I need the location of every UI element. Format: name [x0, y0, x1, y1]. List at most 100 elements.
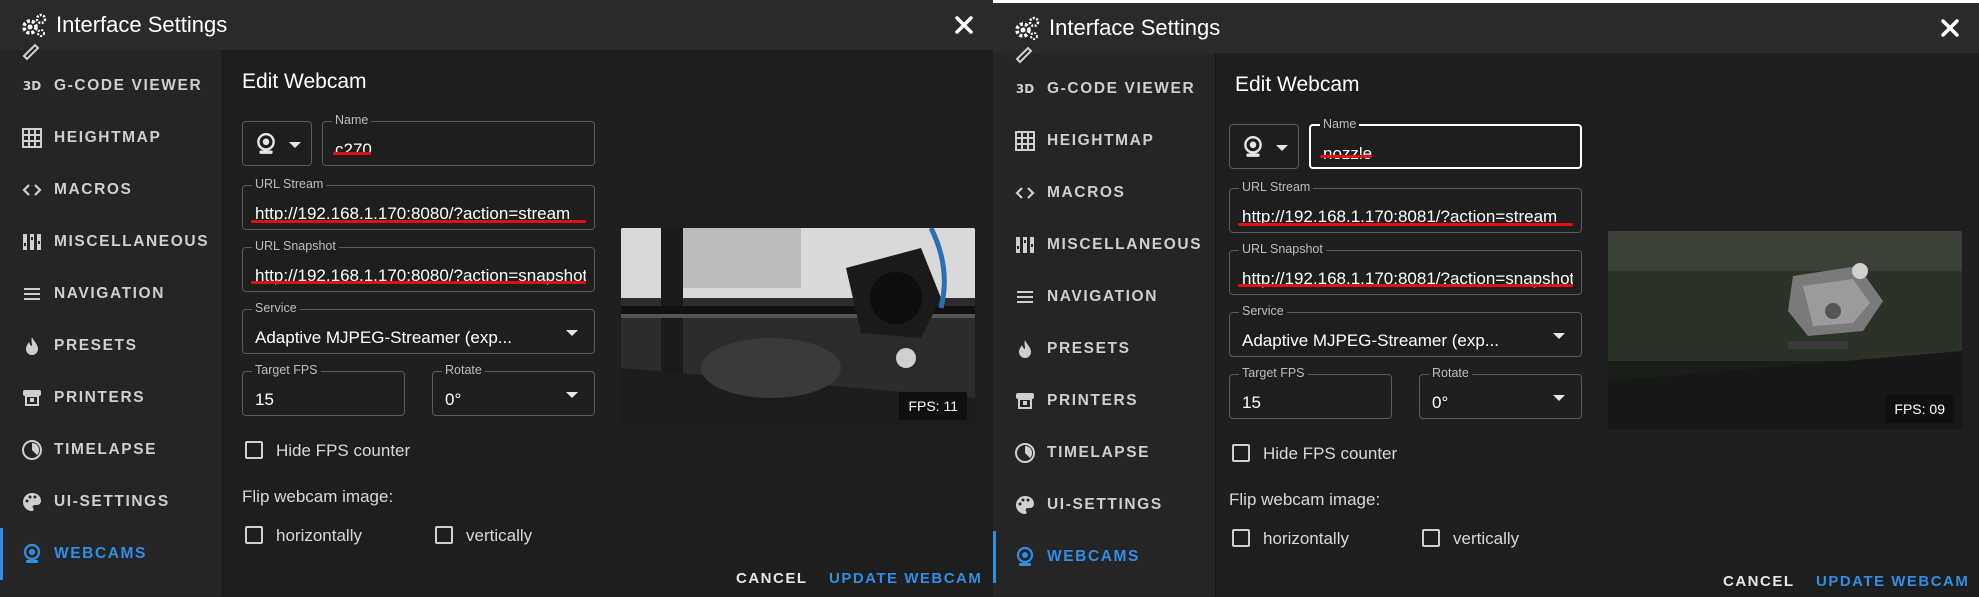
flip-vertically-checkbox[interactable] [435, 526, 453, 544]
sidebar-item-label: TIMELAPSE [54, 441, 158, 458]
sidebar-item-label: WEBCAMS [54, 545, 147, 562]
flip-vertically-label: vertically [1453, 529, 1520, 548]
field-label: Rotate [1429, 366, 1472, 380]
hide-fps-label: Hide FPS counter [1263, 444, 1398, 463]
sidebar-item-editor-partial[interactable] [20, 38, 42, 62]
flip-horizontally-checkbox[interactable] [1232, 529, 1250, 547]
sidebar-item-timelapse[interactable]: TIMELAPSE [993, 427, 1215, 479]
sidebar-item-printers[interactable]: PRINTERS [0, 372, 222, 424]
service-select[interactable]: Service Adaptive MJPEG-Streamer (exp... [242, 301, 595, 354]
name-field[interactable]: Name nozzle [1309, 117, 1582, 169]
sidebar-item-macros[interactable]: MACROS [993, 167, 1215, 219]
flip-vertically-checkbox[interactable] [1422, 529, 1440, 547]
sidebar-item-miscellaneous[interactable]: MISCELLANEOUS [0, 216, 222, 268]
field-label: URL Stream [252, 177, 327, 191]
webcam-icon [20, 542, 44, 566]
webcam-icon [257, 132, 275, 154]
close-icon[interactable] [1935, 13, 1965, 43]
chevron-down-icon [566, 330, 578, 336]
cancel-button[interactable]: CANCEL [1723, 573, 1795, 590]
hide-fps-checkbox[interactable] [1232, 444, 1250, 462]
gears-icon [22, 13, 47, 37]
sidebar-item-presets[interactable]: PRESETS [0, 320, 222, 372]
dialog-titlebar: Interface Settings [0, 0, 993, 50]
flip-horizontally-checkbox[interactable] [245, 526, 263, 544]
chevron-down-icon [1553, 333, 1565, 339]
url-stream-field[interactable]: URL Stream http://192.168.1.170:8080/?ac… [242, 177, 595, 230]
sidebar-item-ui-settings[interactable]: UI-SETTINGS [993, 479, 1215, 531]
sidebar-item-label: MISCELLANEOUS [54, 233, 210, 250]
service-select[interactable]: Service Adaptive MJPEG-Streamer (exp... [1229, 304, 1582, 357]
equalizer-icon [20, 230, 44, 254]
webcam-icon [1013, 545, 1037, 569]
field-label: Name [1320, 117, 1360, 131]
sidebar-item-label: NAVIGATION [1047, 288, 1159, 305]
url-stream-field[interactable]: URL Stream http://192.168.1.170:8081/?ac… [1229, 180, 1582, 233]
cancel-button[interactable]: CANCEL [736, 570, 808, 587]
3d-icon: 3D [22, 79, 42, 93]
field-value: 15 [255, 390, 274, 409]
webcam-preview: FPS: 09 [1608, 231, 1962, 429]
field-label: Target FPS [1239, 366, 1308, 380]
update-webcam-button[interactable]: UPDATE WEBCAM [829, 570, 982, 587]
sidebar-item-label: TIMELAPSE [1047, 444, 1151, 461]
pencil-icon [1015, 46, 1033, 64]
close-icon[interactable] [949, 10, 979, 40]
target-fps-field[interactable]: Target FPS 15 [1229, 366, 1392, 419]
rotate-select[interactable]: Rotate 0° [432, 363, 595, 416]
dialog-titlebar: Interface Settings [993, 3, 1979, 53]
sidebar-item-timelapse[interactable]: TIMELAPSE [0, 424, 222, 476]
field-value: 0° [1432, 393, 1449, 412]
sidebar-item-navigation[interactable]: NAVIGATION [0, 268, 222, 320]
field-label: URL Snapshot [252, 239, 339, 253]
dialog-title: Interface Settings [1049, 15, 1221, 40]
chevron-down-icon [1276, 145, 1288, 151]
rotate-select[interactable]: Rotate 0° [1419, 366, 1582, 419]
sidebar-item-miscellaneous[interactable]: MISCELLANEOUS [993, 219, 1215, 271]
sidebar-item-webcams[interactable]: WEBCAMS [0, 528, 225, 580]
sidebar-item-navigation[interactable]: NAVIGATION [993, 271, 1215, 323]
sidebar-item-macros[interactable]: MACROS [0, 164, 222, 216]
sidebar-item-heightmap[interactable]: HEIGHTMAP [0, 112, 222, 164]
url-snapshot-field[interactable]: URL Snapshot http://192.168.1.170:8080/?… [242, 239, 595, 292]
sidebar-item-heightmap[interactable]: HEIGHTMAP [993, 115, 1215, 167]
sidebar-item-label: NAVIGATION [54, 285, 166, 302]
webcam-icon [1244, 135, 1262, 157]
sidebar-item-label: PRESETS [1047, 340, 1131, 357]
sidebar-item-webcams[interactable]: WEBCAMS [993, 531, 1218, 583]
fire-icon [20, 334, 44, 358]
sidebar-item-printers[interactable]: PRINTERS [993, 375, 1215, 427]
sidebar-item-label: MISCELLANEOUS [1047, 236, 1203, 253]
target-fps-field[interactable]: Target FPS 15 [242, 363, 405, 416]
annotation-underline [1238, 223, 1573, 226]
flip-vertically-label: vertically [466, 526, 533, 545]
sidebar-item-editor-partial[interactable] [1013, 41, 1035, 65]
annotation-underline [333, 152, 371, 155]
annotation-underline [1238, 284, 1573, 287]
edit-webcam-form: Edit Webcam Name c270 URL Stream http://… [223, 50, 993, 597]
chevron-down-icon [1553, 395, 1565, 401]
webcam-icon-select[interactable] [1229, 124, 1299, 169]
webcam-preview: FPS: 11 [621, 228, 975, 426]
hide-fps-checkbox[interactable] [245, 441, 263, 459]
timelapse-icon [1013, 441, 1037, 465]
sidebar-item-gcode-viewer[interactable]: 3D G-CODE VIEWER [0, 60, 222, 112]
printer-icon [20, 386, 44, 410]
annotation-underline [251, 281, 586, 284]
fps-badge: FPS: 11 [899, 392, 967, 420]
url-snapshot-field[interactable]: URL Snapshot http://192.168.1.170:8081/?… [1229, 242, 1582, 295]
name-field[interactable]: Name c270 [322, 113, 595, 166]
gears-icon [1015, 16, 1040, 40]
sidebar-item-ui-settings[interactable]: UI-SETTINGS [0, 476, 222, 528]
grid-icon [20, 126, 44, 150]
field-value: 0° [445, 390, 462, 409]
annotation-underline [251, 220, 586, 223]
sidebar-item-label: PRINTERS [1047, 392, 1139, 409]
sidebar-item-gcode-viewer[interactable]: 3D G-CODE VIEWER [993, 63, 1215, 115]
sidebar-item-presets[interactable]: PRESETS [993, 323, 1215, 375]
webcam-icon-select[interactable] [242, 121, 312, 166]
menu-icon [1013, 285, 1037, 309]
update-webcam-button[interactable]: UPDATE WEBCAM [1816, 573, 1969, 590]
field-label: Service [252, 301, 300, 315]
fps-badge: FPS: 09 [1885, 395, 1954, 423]
